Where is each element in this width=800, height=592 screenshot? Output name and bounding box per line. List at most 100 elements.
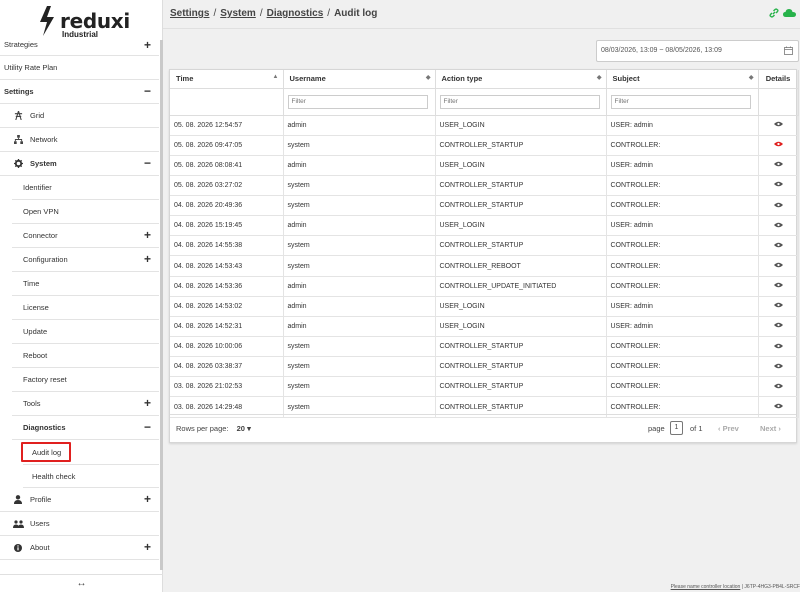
cell-time: 04. 08. 2026 10:00:06 <box>170 336 284 358</box>
chevron-right-icon: › <box>778 424 781 433</box>
cell-action-type: CONTROLLER_STARTUP <box>435 135 607 156</box>
column-header-action-type[interactable]: Action type ◆ <box>435 70 607 89</box>
sidebar-item-label: License <box>23 303 49 312</box>
user-icon <box>12 495 24 504</box>
cell-time: 04. 08. 2026 14:55:38 <box>170 235 284 257</box>
eye-icon[interactable] <box>773 202 783 208</box>
eye-icon[interactable] <box>773 181 783 187</box>
sidebar-item-profile[interactable]: Profile + <box>0 488 159 512</box>
next-page-button[interactable]: Next › <box>760 424 781 433</box>
link-icon[interactable] <box>769 8 779 18</box>
cell-time: 04. 08. 2026 03:38:37 <box>170 356 284 378</box>
cell-subject: CONTROLLER: <box>606 356 759 378</box>
details-cell <box>758 316 799 338</box>
column-header-subject[interactable]: Subject ◆ <box>606 70 759 89</box>
sidebar-item-network[interactable]: Network <box>0 128 159 152</box>
sidebar-item-label: Connector <box>23 231 58 240</box>
eye-icon[interactable] <box>773 363 783 369</box>
details-cell <box>758 255 799 277</box>
expand-icon: + <box>143 396 151 410</box>
sidebar-item-utility-rate-plan[interactable]: Utility Rate Plan <box>0 56 159 80</box>
sidebar-item-grid[interactable]: Grid <box>0 104 159 128</box>
eye-icon[interactable] <box>773 222 783 228</box>
eye-icon[interactable] <box>773 242 783 248</box>
sidebar-item-time[interactable]: Time <box>12 272 159 296</box>
collapse-icon: − <box>143 420 151 434</box>
sidebar-item-connector[interactable]: Connector + <box>12 224 159 248</box>
eye-icon[interactable] <box>773 141 783 147</box>
page-number-input[interactable]: 1 <box>670 421 683 435</box>
sidebar-item-tools[interactable]: Tools + <box>12 392 159 416</box>
sidebar-item-label: About <box>30 543 50 552</box>
details-cell <box>758 115 799 136</box>
gear-icon <box>12 159 24 168</box>
eye-icon[interactable] <box>773 343 783 349</box>
cell-username: admin <box>283 296 436 317</box>
cell-action-type: USER_LOGIN <box>435 115 607 136</box>
column-header-time[interactable]: Time ▲ <box>170 70 284 89</box>
eye-icon[interactable] <box>773 302 783 308</box>
details-cell <box>758 235 799 257</box>
sidebar-item-open-vpn[interactable]: Open VPN <box>12 200 159 224</box>
cell-time: 05. 08. 2026 08:08:41 <box>170 155 284 176</box>
breadcrumb: Settings / System / Diagnostics / Audit log <box>170 8 377 19</box>
table-row: 04. 08. 2026 14:53:43 system CONTROLLER_RE… <box>170 255 799 277</box>
sidebar-item-strategies[interactable]: Strategies + <box>0 34 159 56</box>
controller-location-link[interactable]: Please name controller location <box>671 584 741 590</box>
cloud-icon[interactable] <box>783 8 796 18</box>
cell-username: admin <box>283 115 436 136</box>
sidebar-item-reboot[interactable]: Reboot <box>12 344 159 368</box>
cell-action-type: USER_LOGIN <box>435 215 607 237</box>
subject-filter-input[interactable] <box>610 94 751 109</box>
sidebar-item-diagnostics[interactable]: Diagnostics − <box>12 416 159 440</box>
action-type-filter-input[interactable] <box>439 94 600 109</box>
sidebar-collapse-button[interactable]: ↔ <box>0 574 163 592</box>
username-filter-input[interactable] <box>287 94 428 109</box>
breadcrumb-current: Audit log <box>334 8 378 19</box>
sidebar-item-label: Profile <box>30 495 52 504</box>
breadcrumb-settings[interactable]: Settings <box>170 8 209 19</box>
sidebar-item-system[interactable]: System − <box>0 152 159 176</box>
sidebar-item-about[interactable]: About + <box>0 536 159 560</box>
column-header-details: Details <box>758 70 799 89</box>
cell-subject: CONTROLLER: <box>606 376 759 398</box>
prev-page-button[interactable]: ‹ Prev <box>718 424 739 433</box>
table-row: 04. 08. 2026 14:55:38 system CONTROLLER_ST… <box>170 235 799 257</box>
table-row: 04. 08. 2026 15:19:45 admin USER_LOGIN USER… <box>170 215 799 237</box>
sidebar-item-update[interactable]: Update <box>12 320 159 344</box>
column-header-username[interactable]: Username ◆ <box>283 70 436 89</box>
details-cell <box>758 356 799 378</box>
eye-icon[interactable] <box>773 262 783 268</box>
eye-icon[interactable] <box>773 403 783 409</box>
sidebar-item-users[interactable]: Users <box>0 512 159 536</box>
cell-time: 04. 08. 2026 14:53:43 <box>170 255 284 277</box>
filter-cell-username <box>283 88 436 116</box>
eye-icon[interactable] <box>773 322 783 328</box>
eye-icon[interactable] <box>773 121 783 127</box>
info-icon <box>12 543 24 552</box>
rows-per-page-select[interactable]: 20 ▾ <box>237 424 251 433</box>
sidebar-item-factory-reset[interactable]: Factory reset <box>12 368 159 392</box>
breadcrumb-system[interactable]: System <box>220 8 256 19</box>
expand-icon: + <box>143 540 151 554</box>
eye-icon[interactable] <box>773 383 783 389</box>
eye-icon[interactable] <box>773 282 783 288</box>
breadcrumb-diagnostics[interactable]: Diagnostics <box>267 8 324 19</box>
sidebar-item-identifier[interactable]: Identifier <box>12 176 159 200</box>
sidebar-item-settings[interactable]: Settings − <box>0 80 159 104</box>
sidebar-item-license[interactable]: License <box>12 296 159 320</box>
header-divider <box>163 28 800 29</box>
cell-action-type: CONTROLLER_STARTUP <box>435 195 607 217</box>
chevron-left-icon: ‹ <box>718 424 721 433</box>
eye-icon[interactable] <box>773 161 783 167</box>
sidebar-item-configuration[interactable]: Configuration + <box>12 248 159 272</box>
sidebar-item-audit-log[interactable]: Audit log <box>21 440 159 464</box>
cell-time: 04. 08. 2026 20:49:36 <box>170 195 284 217</box>
page-total: of 1 <box>690 424 703 433</box>
sidebar-scrollbar[interactable] <box>160 40 163 570</box>
cell-subject: USER: admin <box>606 296 759 317</box>
sidebar-item-health-check[interactable]: Health check <box>23 464 159 488</box>
date-range-picker[interactable]: 08/03/2026, 13:09 ~ 08/05/2026, 13:09 <box>596 40 799 62</box>
calendar-icon <box>784 46 793 55</box>
bolt-logo-icon <box>40 6 54 36</box>
